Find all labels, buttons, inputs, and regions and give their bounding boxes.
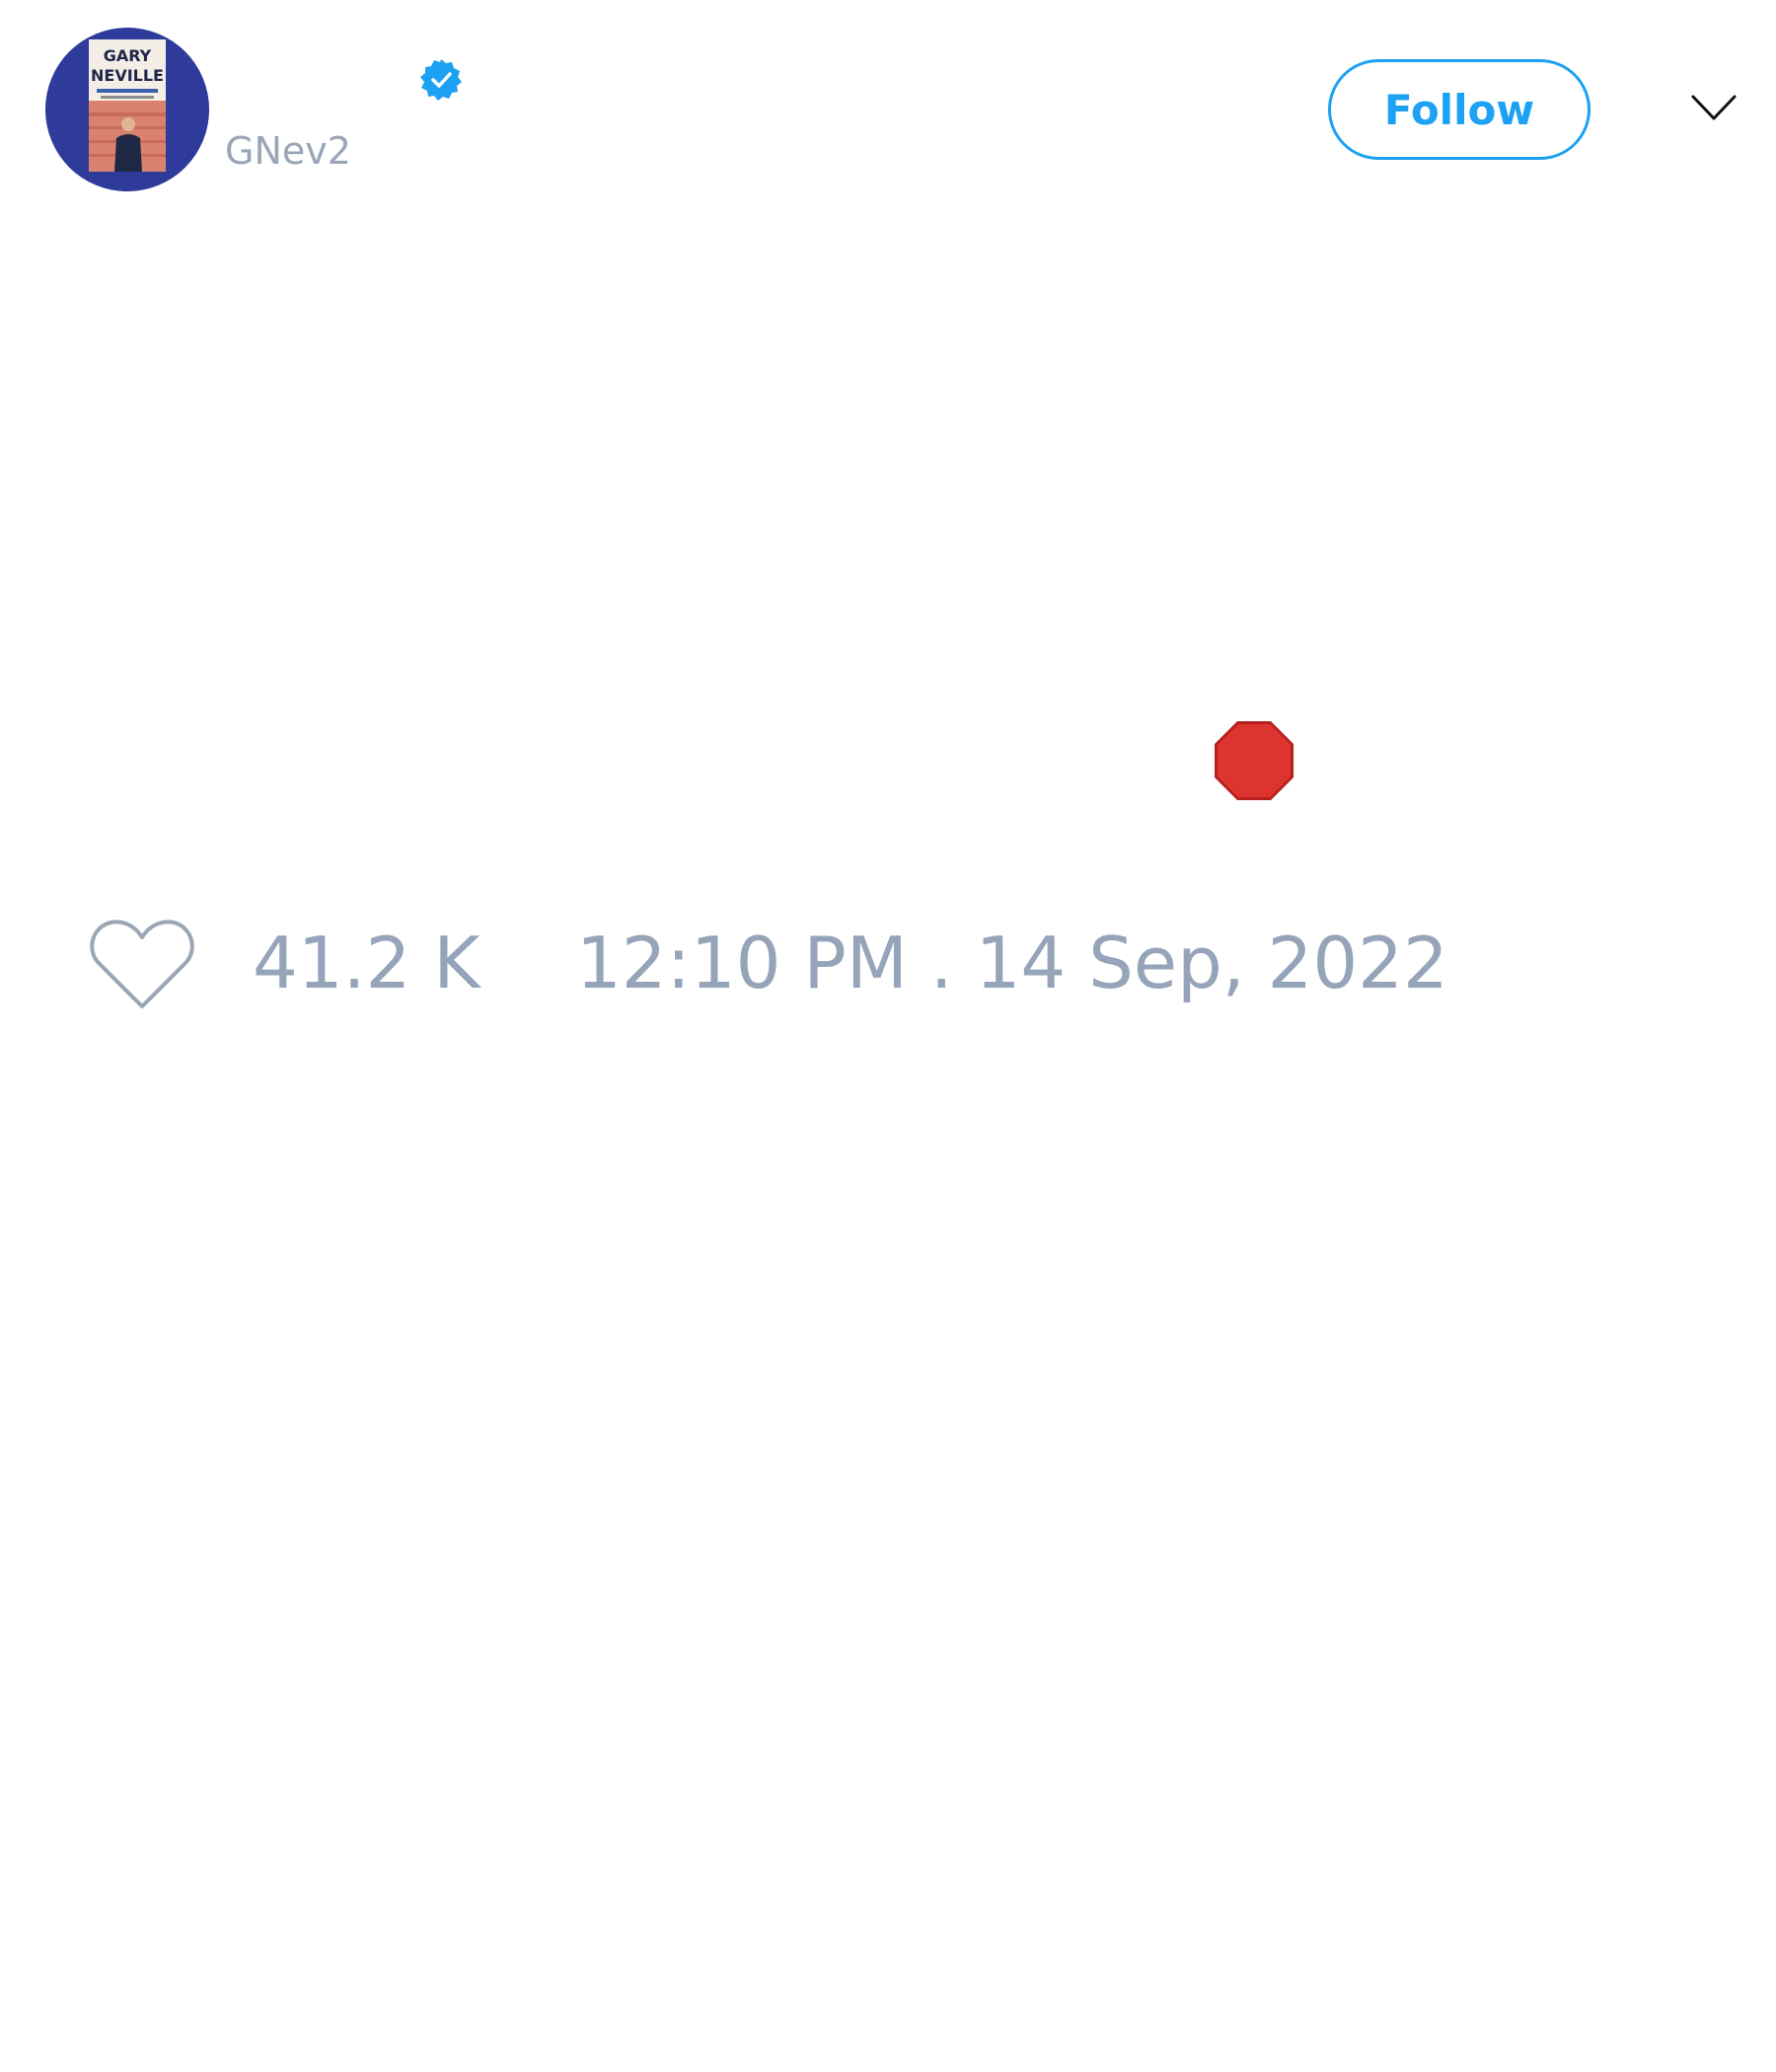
like-count: 41.2 K <box>253 922 481 1004</box>
chevron-down-icon[interactable] <box>1689 89 1739 128</box>
heart-icon[interactable] <box>89 918 195 1012</box>
book-title-line-1: GARY <box>104 46 152 65</box>
book-cover-avatar-icon: GARY NEVILLE <box>45 28 209 191</box>
stop-sign-icon <box>1215 721 1294 800</box>
follow-button[interactable]: Follow <box>1328 59 1591 160</box>
verified-badge-icon <box>420 59 462 101</box>
tweet-timestamp[interactable]: 12:10 PM . 14 Sep, 2022 <box>576 920 1448 1006</box>
book-title-line-2: NEVILLE <box>91 66 164 85</box>
user-handle[interactable]: GNev2 <box>225 128 351 174</box>
avatar[interactable]: GARY NEVILLE <box>45 28 209 191</box>
tweet-card: GARY NEVILLE GNev2 Follow 41.2 K 12:10 P… <box>0 0 1776 2072</box>
